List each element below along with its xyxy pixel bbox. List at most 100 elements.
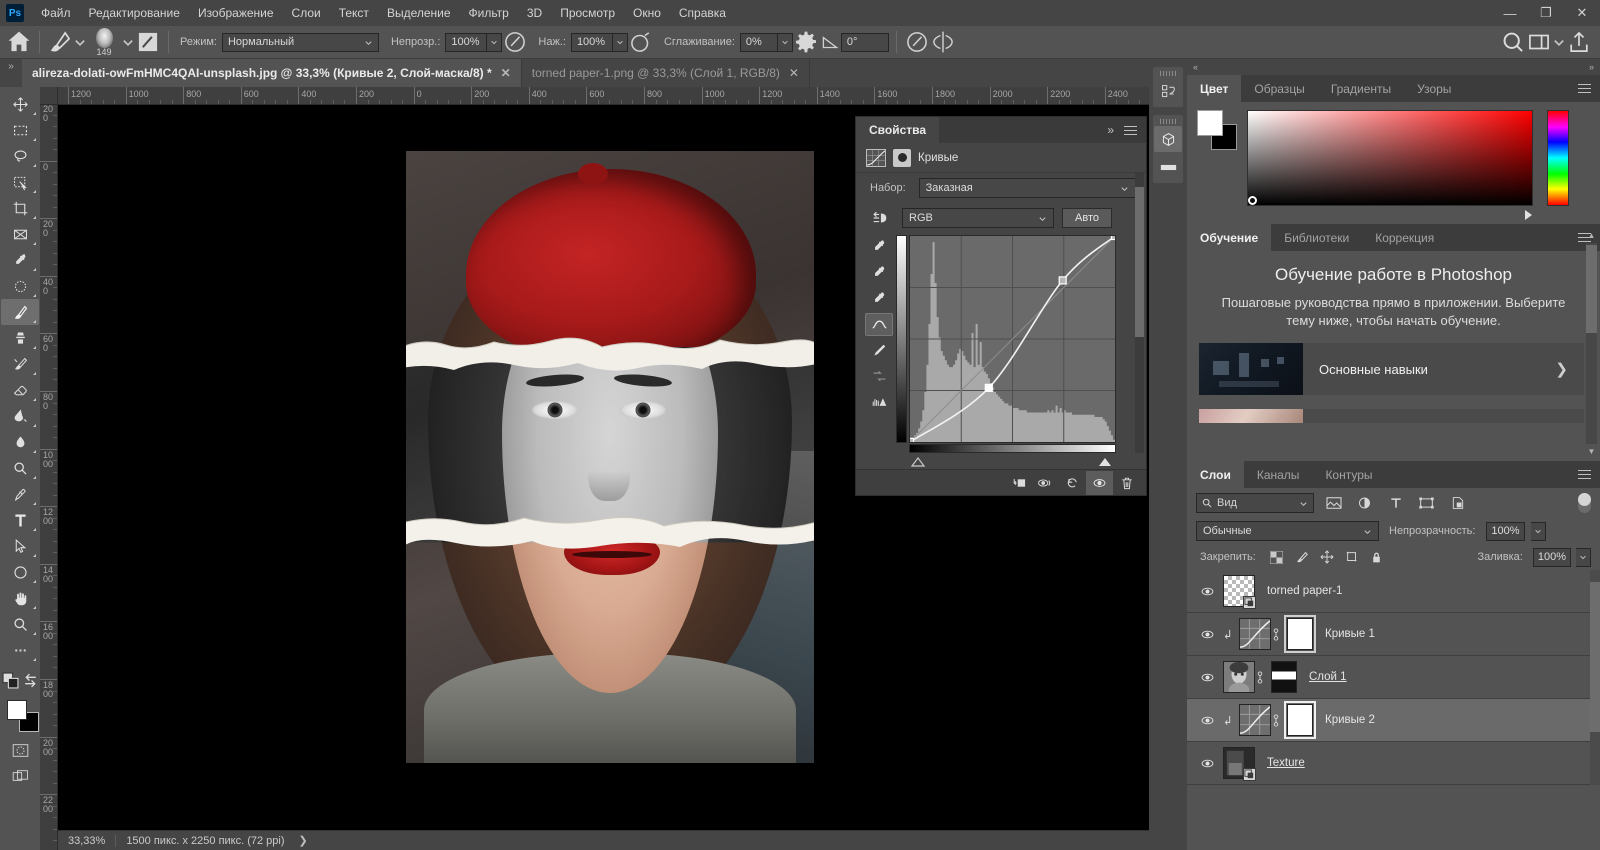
dodge-tool[interactable] — [1, 455, 39, 481]
gray-point-eyedropper-icon[interactable] — [865, 287, 893, 310]
layer-visibility-toggle[interactable] — [1191, 714, 1223, 727]
menu-item-8[interactable]: Просмотр — [551, 2, 624, 24]
maximize-button[interactable]: ❐ — [1528, 0, 1564, 26]
brush-tool[interactable] — [1, 299, 39, 325]
drag-handle-icon[interactable] — [1160, 118, 1176, 124]
smoothing-chevron-icon[interactable] — [777, 32, 793, 52]
arrange-chevron-icon[interactable] — [1552, 29, 1566, 55]
document-tab-1[interactable]: torned paper-1.png @ 33,3% (Слой 1, RGB/… — [521, 59, 810, 87]
lock-transparent-pixels-icon[interactable] — [1268, 548, 1286, 566]
layer-row[interactable]: Кривые 2 — [1187, 699, 1600, 742]
black-white-point-markers[interactable] — [909, 455, 1116, 467]
layer-name[interactable]: Texture — [1255, 757, 1305, 769]
foreground-color-swatch[interactable] — [7, 700, 27, 720]
delete-adjustment-layer-button[interactable] — [1113, 471, 1140, 495]
layer-fill-input[interactable]: 100% — [1532, 547, 1571, 567]
auto-button[interactable]: Авто — [1062, 208, 1112, 228]
layer-opacity-input[interactable]: 100% — [1486, 521, 1525, 541]
curves-graph[interactable] — [909, 235, 1116, 443]
opacity-chevron-icon[interactable] — [487, 32, 503, 52]
curve-control-point-0[interactable] — [910, 437, 915, 443]
foreground-color-swatch[interactable] — [1197, 110, 1223, 136]
pen-tool[interactable] — [1, 481, 39, 507]
properties-panel[interactable]: Свойства » Кривые Набор: Заказная RGB Ав… — [855, 116, 1147, 496]
arrange-documents-icon[interactable] — [1526, 29, 1552, 55]
brush-dropdown-chevron-icon[interactable] — [73, 29, 87, 55]
scroll-track[interactable] — [1586, 243, 1597, 444]
tab-patterns[interactable]: Узоры — [1404, 75, 1464, 102]
opacity-control[interactable]: 100% — [445, 32, 503, 52]
airbrush-icon[interactable] — [628, 29, 654, 55]
curve-control-point-1[interactable] — [984, 383, 993, 392]
menu-item-5[interactable]: Выделение — [378, 2, 460, 24]
move-tool[interactable] — [1, 91, 39, 117]
vertical-ruler[interactable]: 200 0 200 400 600 800 1000 1200 1400 1600 1800 2000… — [40, 105, 58, 850]
curves-graph-container[interactable] — [896, 235, 1120, 469]
filter-pixels-icon[interactable] — [1322, 492, 1345, 514]
tab-adjustments[interactable]: Коррекция — [1362, 224, 1447, 251]
collapse-dock-icon[interactable]: « — [1193, 62, 1198, 72]
layer-mask-thumbnail-icon[interactable] — [893, 148, 911, 167]
hue-slider[interactable] — [1547, 110, 1569, 206]
view-previous-state-button[interactable] — [1032, 471, 1059, 495]
spot-healing-brush-tool[interactable] — [1, 273, 39, 299]
quick-mask-icon[interactable] — [1, 737, 39, 763]
panel-menu-icon[interactable] — [1124, 125, 1137, 135]
tab-properties[interactable]: Свойства — [856, 117, 940, 143]
color-picker-body[interactable] — [1187, 102, 1600, 224]
lock-image-pixels-icon[interactable] — [1293, 548, 1311, 566]
blur-tool[interactable] — [1, 429, 39, 455]
reset-adjustment-button[interactable] — [1059, 471, 1086, 495]
frame-tool[interactable] — [1, 221, 39, 247]
brush-preview[interactable]: 149 — [87, 27, 121, 57]
home-icon[interactable] — [6, 29, 32, 55]
panel-menu-icon[interactable] — [1569, 75, 1600, 102]
status-expand-arrow-icon[interactable]: ❯ — [299, 834, 308, 847]
path-selection-tool[interactable] — [1, 533, 39, 559]
tab-paths[interactable]: Контуры — [1312, 461, 1385, 488]
menu-item-9[interactable]: Окно — [624, 2, 670, 24]
menu-item-7[interactable]: 3D — [518, 2, 551, 24]
menu-item-3[interactable]: Слои — [283, 2, 330, 24]
smoothing-options-gear-icon[interactable] — [793, 29, 819, 55]
menu-item-0[interactable]: Файл — [32, 2, 80, 24]
hand-tool[interactable] — [1, 585, 39, 611]
rectangular-marquee-tool[interactable] — [1, 117, 39, 143]
expand-panel-icon[interactable]: » — [1107, 123, 1114, 137]
learn-panel-scrollbar[interactable]: ▲ ▼ — [1586, 230, 1597, 457]
close-button[interactable]: ✕ — [1564, 0, 1600, 26]
filter-smart-object-icon[interactable] — [1446, 492, 1469, 514]
toggle-layer-visibility-button[interactable] — [1086, 470, 1113, 495]
on-image-sampler-icon[interactable] — [865, 235, 893, 258]
brush-angle-icon[interactable] — [819, 29, 841, 55]
screen-mode-icon[interactable] — [1, 763, 39, 789]
scroll-thumb[interactable] — [1586, 245, 1597, 333]
crop-tool[interactable] — [1, 195, 39, 221]
lasso-tool[interactable] — [1, 143, 39, 169]
brush-angle-input[interactable]: 0° — [840, 32, 889, 52]
brush-settings-chevron-icon[interactable] — [121, 29, 135, 55]
gradient-tool[interactable] — [1, 403, 39, 429]
tablet-pressure-size-icon[interactable] — [904, 29, 930, 55]
mask-link-icon[interactable] — [1271, 627, 1287, 641]
layer-row[interactable]: Слой 1 — [1187, 656, 1600, 699]
menu-item-1[interactable]: Редактирование — [80, 2, 189, 24]
brush-settings-panel-icon[interactable] — [135, 29, 161, 55]
blend-mode-select[interactable]: Нормальный — [221, 32, 379, 52]
scroll-down-arrow-icon[interactable]: ▼ — [1586, 446, 1597, 457]
layer-visibility-toggle[interactable] — [1191, 585, 1223, 598]
target-adjustment-tool-icon[interactable] — [866, 209, 894, 227]
close-tab-icon[interactable]: ✕ — [501, 66, 511, 80]
scroll-up-arrow-icon[interactable]: ▲ — [1586, 230, 1597, 241]
minimize-button[interactable]: — — [1492, 0, 1528, 26]
swap-colors-icon[interactable] — [21, 667, 39, 693]
layer-thumbnail[interactable] — [1239, 618, 1271, 650]
type-tool[interactable] — [1, 507, 39, 533]
layer-fill-chevron-icon[interactable] — [1576, 547, 1591, 567]
smooth-curve-icon[interactable] — [865, 365, 893, 388]
layer-blend-mode-select[interactable]: Обычные — [1196, 521, 1379, 541]
filter-shape-icon[interactable] — [1415, 492, 1438, 514]
color-cursor[interactable] — [1248, 196, 1257, 205]
layer-row[interactable]: Texture — [1187, 742, 1600, 785]
tab-gradients[interactable]: Градиенты — [1318, 75, 1404, 102]
